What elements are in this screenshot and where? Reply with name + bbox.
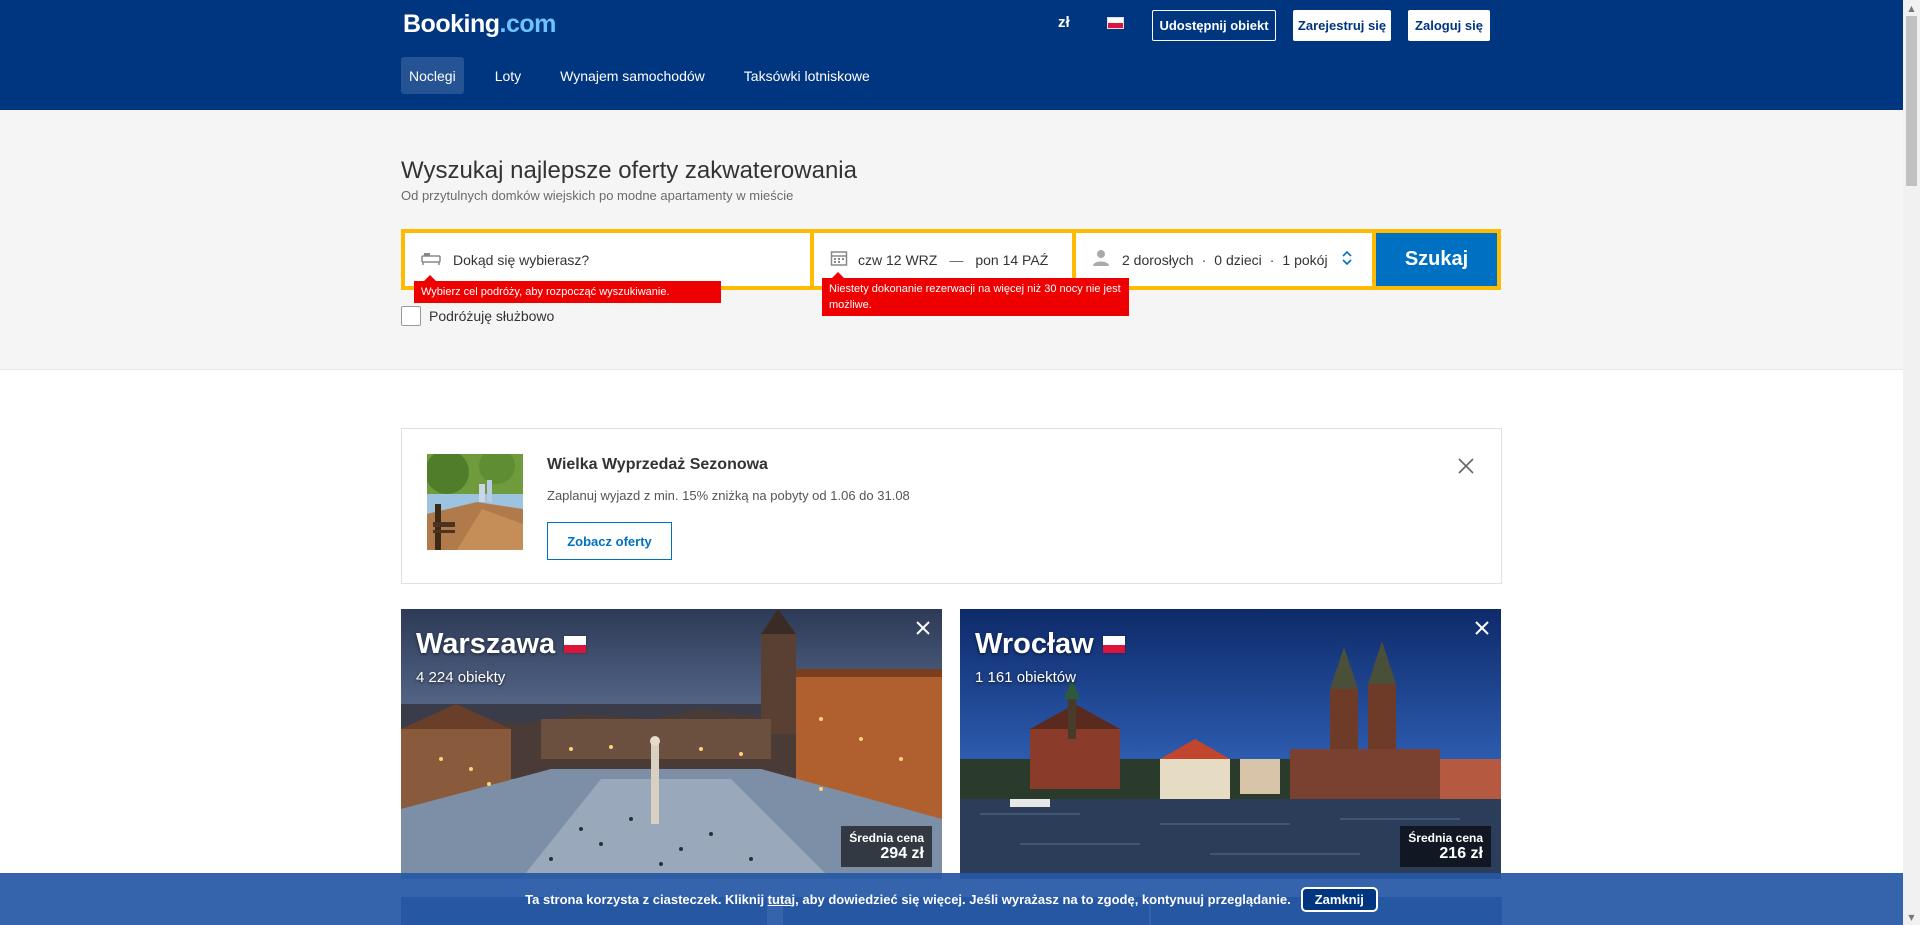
nav-item-airport-taxis[interactable]: Taksówki lotniskowe <box>736 57 878 94</box>
person-icon <box>1092 249 1110 270</box>
currency-selector[interactable]: zł <box>1058 14 1070 31</box>
calendar-icon <box>830 249 848 270</box>
cookie-info-link[interactable]: tutaj <box>768 892 795 907</box>
separator-dot: · <box>1201 251 1207 268</box>
promo-text: Zaplanuj wyjazd z min. 15% zniżką na pob… <box>547 488 910 503</box>
checkout-date: pon 14 PAŹ <box>975 251 1049 268</box>
cookie-text: Ta strona korzysta z ciasteczek. Kliknij… <box>525 891 1291 907</box>
price-label: Średnia cena <box>1408 831 1483 845</box>
nav-item-stays[interactable]: Noclegi <box>401 57 464 94</box>
list-property-button[interactable]: Udostępnij obiekt <box>1152 10 1276 41</box>
poland-flag-icon <box>1102 636 1125 653</box>
close-icon[interactable] <box>1457 457 1475 475</box>
scroll-up-icon[interactable]: ▲ <box>1903 0 1920 16</box>
children-count: 0 dzieci <box>1214 251 1262 268</box>
promo-title: Wielka Wyprzedaż Sezonowa <box>547 456 768 473</box>
search-button[interactable]: Szukaj <box>1376 233 1497 286</box>
top-header: Booking.com zł Udostępnij obiekt Zarejes… <box>0 0 1903 110</box>
average-price-box: Średnia cena 294 zł <box>841 826 932 867</box>
city-card-warszawa[interactable]: Warszawa 4 224 obiekty Średnia cena 294 … <box>401 609 942 879</box>
price-value: 294 zł <box>880 845 924 862</box>
date-separator: — <box>949 251 964 268</box>
page-subtitle: Od przytulnych domków wiejskich po modne… <box>401 188 794 203</box>
language-flag-icon[interactable] <box>1107 17 1124 29</box>
page-scrollbar[interactable]: ▲ ▼ <box>1903 0 1920 925</box>
poland-flag-icon <box>564 636 587 653</box>
business-travel-label[interactable]: Podróżuję służbowo <box>429 308 554 324</box>
city-name: Warszawa <box>416 628 587 661</box>
nav-item-car-rental[interactable]: Wynajem samochodów <box>552 57 713 94</box>
close-icon[interactable] <box>914 619 932 637</box>
page-title: Wyszukaj najlepsze oferty zakwaterowania <box>401 157 857 184</box>
booking-logo[interactable]: Booking.com <box>403 10 556 39</box>
average-price-box: Średnia cena 216 zł <box>1400 826 1491 867</box>
chevron-up-down-icon <box>1341 250 1352 268</box>
price-value: 216 zł <box>1439 845 1483 862</box>
nav-item-flights[interactable]: Loty <box>487 57 529 94</box>
rooms-count: 1 pokój <box>1282 251 1328 268</box>
checkin-date: czw 12 WRZ <box>858 251 938 268</box>
cookie-banner: Ta strona korzysta z ciasteczek. Kliknij… <box>0 873 1903 925</box>
destination-error-tooltip: Wybierz cel podróży, aby rozpocząć wyszu… <box>414 275 721 303</box>
close-icon[interactable] <box>1473 619 1491 637</box>
main-nav: Noclegi Loty Wynajem samochodów Taksówki… <box>401 57 901 94</box>
business-travel-checkbox[interactable] <box>401 306 421 326</box>
business-travel-row: Podróżuję służbowo <box>401 306 554 326</box>
city-name: Wrocław <box>975 628 1125 661</box>
cookie-close-button[interactable]: Zamknij <box>1300 886 1378 912</box>
destination-field[interactable]: Dokąd się wybierasz? <box>405 233 810 286</box>
scroll-down-icon[interactable]: ▼ <box>1903 909 1920 925</box>
see-offers-button[interactable]: Zobacz oferty <box>547 522 672 560</box>
login-button[interactable]: Zaloguj się <box>1408 10 1490 41</box>
property-count: 4 224 obiekty <box>416 669 506 686</box>
date-error-tooltip: Niestety dokonanie rezerwacji na więcej … <box>822 272 1129 316</box>
property-count: 1 161 obiektów <box>975 669 1076 686</box>
bed-icon <box>421 250 441 269</box>
separator-dot: · <box>1269 251 1275 268</box>
destination-placeholder: Dokąd się wybierasz? <box>453 251 590 268</box>
promo-image <box>427 454 523 550</box>
scroll-thumb[interactable] <box>1906 16 1917 186</box>
promo-banner: Wielka Wyprzedaż Sezonowa Zaplanuj wyjaz… <box>401 428 1502 584</box>
register-button[interactable]: Zarejestruj się <box>1293 10 1391 41</box>
price-label: Średnia cena <box>849 831 924 845</box>
city-card-wroclaw[interactable]: Wrocław 1 161 obiektów Średnia cena 216 … <box>960 609 1501 879</box>
adults-count: 2 dorosłych <box>1122 251 1194 268</box>
